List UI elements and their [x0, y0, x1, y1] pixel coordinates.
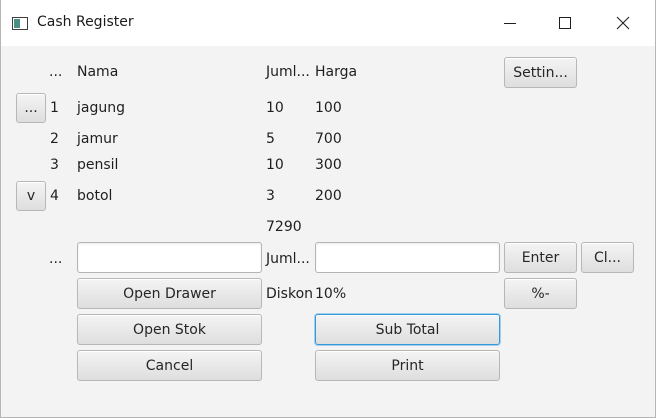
maximize-icon [559, 17, 571, 29]
item-name: jamur [77, 131, 118, 147]
item-name: pensil [77, 157, 119, 173]
clear-button[interactable]: Cl... [581, 242, 634, 273]
item-number: 3 [50, 157, 59, 173]
window-title: Cash Register [37, 14, 134, 30]
maximize-button[interactable] [536, 0, 594, 46]
quantity-label: Juml... [266, 251, 310, 267]
item-quantity: 10 [266, 100, 284, 116]
item-price: 700 [315, 131, 342, 147]
close-button[interactable] [594, 0, 652, 46]
discount-label: Diskon [266, 286, 314, 302]
enter-button[interactable]: Enter [504, 242, 577, 273]
item-quantity: 3 [266, 188, 275, 204]
open-drawer-button[interactable]: Open Drawer [77, 278, 262, 309]
column-header-quantity: Juml... [266, 64, 310, 80]
discount-value: 10% [315, 286, 347, 302]
close-icon [616, 16, 630, 30]
total-amount: 7290 [266, 219, 302, 235]
scroll-up-button[interactable]: ... [16, 93, 46, 123]
quantity-input[interactable] [315, 242, 500, 273]
open-stok-button[interactable]: Open Stok [77, 314, 262, 345]
column-header-number: ... [49, 64, 63, 80]
scroll-down-button[interactable]: v [16, 181, 46, 211]
item-name-input[interactable] [77, 242, 262, 273]
cash-register-window: Cash Register ... Nama Juml... Harga Set… [0, 0, 656, 418]
item-quantity: 10 [266, 157, 284, 173]
item-number: 2 [50, 131, 59, 147]
sub-total-button[interactable]: Sub Total [315, 314, 500, 345]
item-number: 1 [50, 100, 59, 116]
item-price: 200 [315, 188, 342, 204]
item-name: jagung [77, 100, 125, 116]
column-header-price: Harga [315, 64, 358, 80]
app-window-icon [12, 17, 28, 30]
item-number: 4 [50, 188, 59, 204]
minimize-icon [504, 23, 516, 24]
item-price: 300 [315, 157, 342, 173]
settings-button[interactable]: Settin... [504, 57, 577, 88]
item-quantity: 5 [266, 131, 275, 147]
entry-row-marker: ... [49, 251, 63, 267]
discount-minus-button[interactable]: %- [504, 278, 577, 309]
cancel-button[interactable]: Cancel [77, 350, 262, 381]
item-price: 100 [315, 100, 342, 116]
print-button[interactable]: Print [315, 350, 500, 381]
minimize-button[interactable] [481, 0, 539, 46]
column-header-name: Nama [77, 64, 119, 80]
item-name: botol [77, 188, 113, 204]
title-bar[interactable]: Cash Register [1, 0, 655, 46]
